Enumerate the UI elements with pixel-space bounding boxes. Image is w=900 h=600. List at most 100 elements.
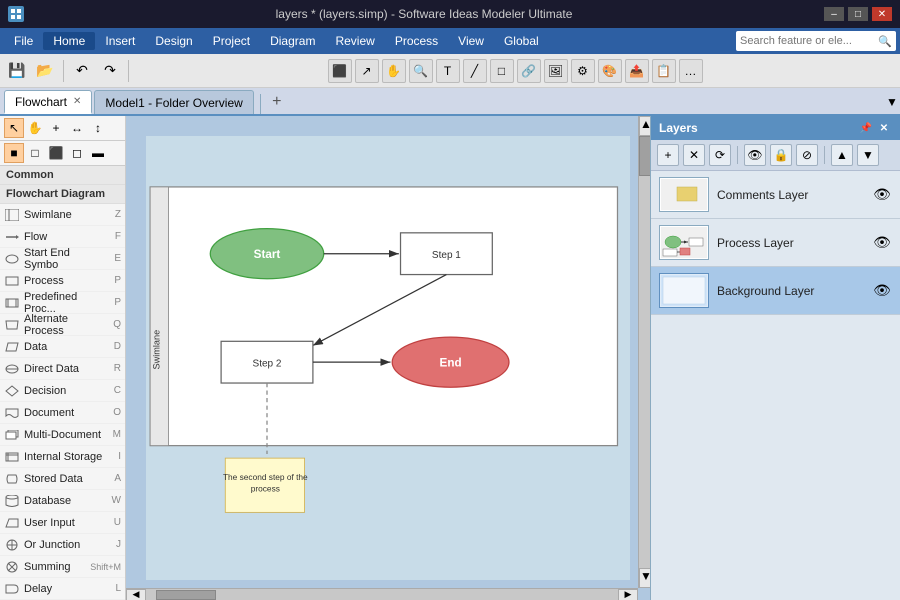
window-controls[interactable]: – □ ✕ — [824, 7, 892, 21]
tb-zoom[interactable]: 🔍 — [409, 59, 433, 83]
tab-add-button[interactable]: + — [265, 90, 289, 114]
app-icon — [8, 6, 24, 22]
tb-style[interactable]: 🎨 — [598, 59, 622, 83]
tb-settings[interactable]: ⚙ — [571, 59, 595, 83]
tb-export[interactable]: 📤 — [625, 59, 649, 83]
layer-visible-btn[interactable]: 👁 — [744, 144, 766, 166]
layer-ban-btn[interactable]: ⊘ — [796, 144, 818, 166]
tool-add[interactable]: + — [46, 118, 66, 138]
menu-review[interactable]: Review — [325, 32, 384, 50]
v-scrollbar[interactable]: ▲ ▼ — [638, 116, 650, 588]
tool-vresize[interactable]: ↕ — [88, 118, 108, 138]
decision-label: Decision — [24, 385, 107, 397]
tool-decision[interactable]: Decision C — [0, 380, 125, 402]
tool-database[interactable]: Database W — [0, 490, 125, 512]
menu-diagram[interactable]: Diagram — [260, 32, 325, 50]
tool-stroke[interactable]: □ — [25, 143, 45, 163]
menu-project[interactable]: Project — [203, 32, 260, 50]
tb-undo[interactable]: ↶ — [69, 58, 95, 84]
tb-select[interactable]: ⬛ — [328, 59, 352, 83]
tool-rect2[interactable]: ◻ — [67, 143, 87, 163]
tb-open[interactable]: 📂 — [32, 58, 58, 84]
tool-internal[interactable]: Internal Storage I — [0, 446, 125, 468]
tool-startend[interactable]: Start End Symbo E — [0, 248, 125, 270]
maximize-button[interactable]: □ — [848, 7, 868, 21]
menu-view[interactable]: View — [448, 32, 494, 50]
layer-delete-btn[interactable]: ✕ — [683, 144, 705, 166]
tool-orjunction[interactable]: Or Junction J — [0, 534, 125, 556]
tb-more[interactable]: … — [679, 59, 703, 83]
layer-process-eye[interactable]: 👁 — [872, 233, 892, 253]
svg-text:The second step of the: The second step of the — [223, 472, 308, 482]
tool-alternate[interactable]: Alternate Process Q — [0, 314, 125, 336]
menu-process[interactable]: Process — [385, 32, 448, 50]
close-button[interactable]: ✕ — [872, 7, 892, 21]
tool-delay[interactable]: Delay L — [0, 578, 125, 600]
predefined-key: P — [107, 297, 121, 308]
tb-text[interactable]: T — [436, 59, 460, 83]
scrollbar-down[interactable]: ▼ — [639, 568, 650, 588]
tool-hand[interactable]: ✋ — [25, 118, 45, 138]
tool-predefined[interactable]: Predefined Proc... P — [0, 292, 125, 314]
tool-fill[interactable]: ■ — [4, 143, 24, 163]
tool-swimlane[interactable]: Swimlane Z — [0, 204, 125, 226]
toolbar: 💾 📂 ↶ ↷ ⬛ ↗ ✋ 🔍 T ╱ □ 🔗 🖼 ⚙ 🎨 📤 📋 … — [0, 54, 900, 88]
menu-file[interactable]: File — [4, 32, 43, 50]
scrollbar-thumb[interactable] — [639, 136, 650, 176]
tb-layers[interactable]: 📋 — [652, 59, 676, 83]
tb-save[interactable]: 💾 — [4, 58, 30, 84]
tb-link[interactable]: 🔗 — [517, 59, 541, 83]
tool-directdata[interactable]: Direct Data R — [0, 358, 125, 380]
tool-multidoc[interactable]: Multi-Document M — [0, 424, 125, 446]
scrollbar-up[interactable]: ▲ — [639, 116, 650, 136]
scrollbar-right[interactable]: ▶ — [618, 589, 638, 600]
tool-summing[interactable]: Summing Shift+M — [0, 556, 125, 578]
tool-process[interactable]: Process P — [0, 270, 125, 292]
tab-flowchart[interactable]: Flowchart ✕ — [4, 90, 92, 114]
menu-home[interactable]: Home — [43, 32, 95, 50]
tab-close-flowchart[interactable]: ✕ — [73, 96, 81, 107]
tool-select[interactable]: ↖ — [4, 118, 24, 138]
layer-lock-btn[interactable]: 🔒 — [770, 144, 792, 166]
tab-dropdown[interactable]: ▼ — [884, 90, 900, 114]
tool-rect1[interactable]: ⬛ — [46, 143, 66, 163]
menu-design[interactable]: Design — [145, 32, 202, 50]
tb-img[interactable]: 🖼 — [544, 59, 568, 83]
tb-hand[interactable]: ✋ — [382, 59, 406, 83]
tool-data[interactable]: Data D — [0, 336, 125, 358]
tb-redo[interactable]: ↷ — [97, 58, 123, 84]
layer-comments-eye[interactable]: 👁 — [872, 185, 892, 205]
menu-insert[interactable]: Insert — [95, 32, 145, 50]
tool-hresize[interactable]: ↔ — [67, 118, 87, 138]
tb-cursor[interactable]: ↗ — [355, 59, 379, 83]
canvas-area[interactable]: Swimlane Start Step 1 Step 2 — [126, 116, 650, 600]
layer-refresh-btn[interactable]: ⟳ — [709, 144, 731, 166]
layers-pin-icon[interactable]: 📌 — [858, 120, 874, 136]
scrollbar-hthumb[interactable] — [156, 590, 216, 600]
layer-comments[interactable]: Comments Layer 👁 — [651, 171, 900, 219]
tool-flow[interactable]: Flow F — [0, 226, 125, 248]
layers-close-icon[interactable]: ✕ — [876, 120, 892, 136]
search-icon: 🔍 — [878, 35, 892, 48]
tb-rect[interactable]: □ — [490, 59, 514, 83]
h-scrollbar[interactable]: ◀ ▶ — [126, 588, 638, 600]
scrollbar-left[interactable]: ◀ — [126, 589, 146, 600]
layer-background[interactable]: Background Layer 👁 — [651, 267, 900, 315]
tool-rect3[interactable]: ▬ — [88, 143, 108, 163]
tb-line[interactable]: ╱ — [463, 59, 487, 83]
layer-add-btn[interactable]: + — [657, 144, 679, 166]
diagram-canvas[interactable]: Swimlane Start Step 1 Step 2 — [146, 136, 630, 580]
layer-process[interactable]: Process Layer 👁 — [651, 219, 900, 267]
orjunction-key: J — [107, 539, 121, 550]
menu-global[interactable]: Global — [494, 32, 549, 50]
tool-document[interactable]: Document O — [0, 402, 125, 424]
minimize-button[interactable]: – — [824, 7, 844, 21]
internal-icon — [4, 449, 20, 465]
tab-model1[interactable]: Model1 - Folder Overview — [94, 90, 253, 114]
search-input[interactable] — [740, 35, 878, 47]
layer-up-btn[interactable]: ▲ — [831, 144, 853, 166]
tool-stored[interactable]: Stored Data A — [0, 468, 125, 490]
layer-down-btn[interactable]: ▼ — [857, 144, 879, 166]
layer-background-eye[interactable]: 👁 — [872, 281, 892, 301]
tool-userinput[interactable]: User Input U — [0, 512, 125, 534]
